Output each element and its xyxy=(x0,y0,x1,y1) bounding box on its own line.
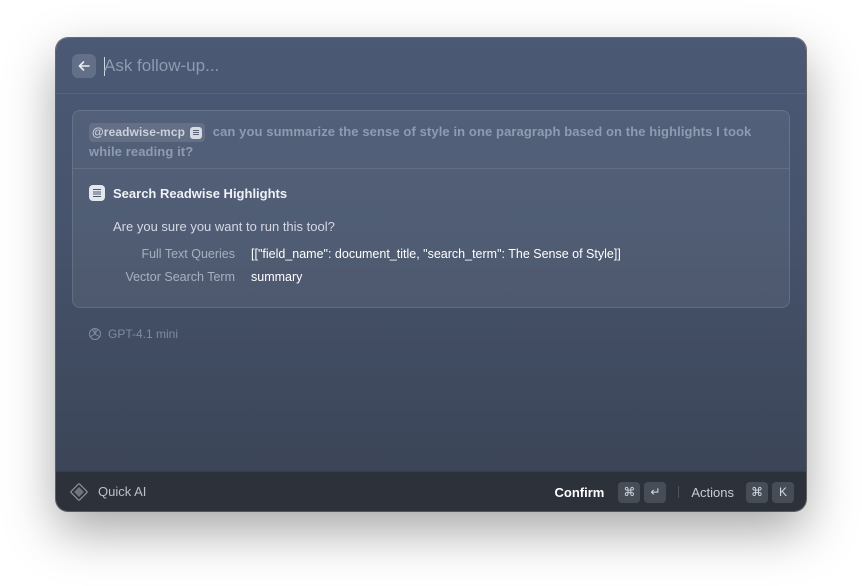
readwise-tool-icon xyxy=(89,185,105,201)
confirm-button[interactable]: Confirm xyxy=(555,485,605,500)
k-key: K xyxy=(772,481,794,503)
confirm-question: Are you sure you want to run this tool? xyxy=(113,219,335,234)
tool-request-card: @readwise-mcp can you summarize the sens… xyxy=(72,110,790,308)
param-label: Vector Search Term xyxy=(125,270,235,284)
mention-chip[interactable]: @readwise-mcp xyxy=(89,123,206,142)
param-row: Vector Search Term summary xyxy=(73,270,789,288)
followup-input[interactable] xyxy=(104,52,764,80)
brand-name: Quick AI xyxy=(98,484,147,499)
arrow-left-icon xyxy=(78,61,90,71)
back-button[interactable] xyxy=(72,54,96,78)
footer-actions: Confirm ⌘ ↵ Actions ⌘ K xyxy=(555,481,794,503)
raycast-logo-icon xyxy=(70,483,88,501)
quick-ai-window: @readwise-mcp can you summarize the sens… xyxy=(56,38,806,511)
return-key: ↵ xyxy=(644,481,667,503)
followup-header xyxy=(56,38,806,94)
param-row: Full Text Queries [["field_name": docume… xyxy=(73,247,789,265)
user-prompt: @readwise-mcp can you summarize the sens… xyxy=(73,111,789,169)
footer-bar: Quick AI Confirm ⌘ ↵ Actions ⌘ K xyxy=(56,471,806,511)
tool-title: Search Readwise Highlights xyxy=(89,184,287,202)
command-key: ⌘ xyxy=(618,481,641,503)
model-selector[interactable]: GPT-4.1 mini xyxy=(88,327,178,341)
openai-icon xyxy=(89,328,101,340)
divider xyxy=(678,486,680,498)
param-value: [["field_name": document_title, "search_… xyxy=(251,247,621,261)
tool-title-text: Search Readwise Highlights xyxy=(113,185,288,201)
param-label: Full Text Queries xyxy=(141,247,235,261)
mention-label: @readwise-mcp xyxy=(92,125,186,139)
readwise-icon xyxy=(190,126,203,139)
actions-button[interactable]: Actions xyxy=(691,485,734,500)
param-value: summary xyxy=(251,270,303,284)
command-key: ⌘ xyxy=(746,481,768,503)
model-name: GPT-4.1 mini xyxy=(108,327,179,341)
